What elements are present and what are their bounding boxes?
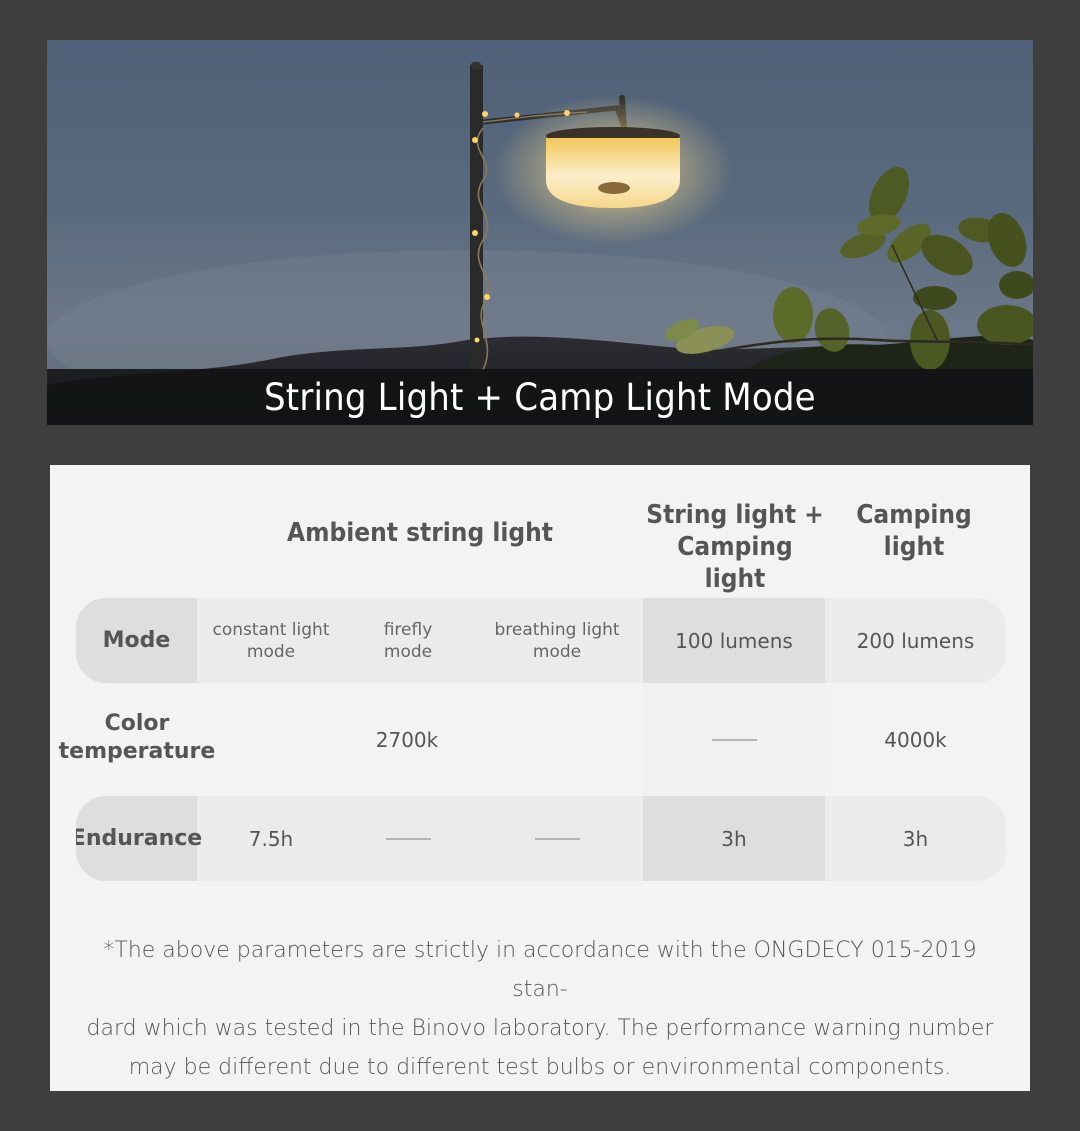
col-header-camping-line2: light [883, 532, 945, 562]
cell-color-camping: 4000k [884, 727, 947, 752]
cell-mode-firefly-line2: mode [383, 641, 433, 662]
col-header-combo-line2: Camping light [677, 532, 793, 594]
cell-endurance-combo: 3h [721, 826, 747, 851]
pole [470, 65, 483, 395]
footnote-line1: *The above parameters are strictly in ac… [103, 938, 977, 1002]
dash-icon [385, 837, 431, 840]
cell-mode-camping: 200 lumens [856, 628, 975, 653]
footnote: *The above parameters are strictly in ac… [80, 931, 1000, 1087]
cell-mode-firefly-line1: firefly [383, 619, 433, 640]
cell-endurance-breathing [471, 796, 643, 881]
hero-caption-bar: String Light + Camp Light Mode [47, 369, 1033, 425]
dash-icon [711, 738, 757, 741]
cell-mode-breathing-line1: breathing light [494, 619, 620, 640]
cell-mode-combo: 100 lumens [675, 628, 793, 653]
dash-icon [534, 837, 580, 840]
footnote-line2: dard which was tested in the Binovo labo… [86, 1016, 994, 1041]
cell-mode-constant-line1: constant light [212, 619, 330, 640]
row-label-color-temperature: Color temperature [59, 695, 216, 780]
row-label-color-line2: temperature [58, 738, 216, 764]
col-header-combo: String light + Camping light [643, 499, 827, 595]
col-header-camping: Camping light [842, 499, 986, 563]
cell-mode-constant: constant light mode [197, 598, 345, 683]
col-header-camping-line1: Camping [856, 500, 972, 530]
col-header-ambient: Ambient string light [258, 517, 582, 549]
cell-mode-firefly: firefly mode [345, 598, 471, 683]
lamp-body [546, 138, 680, 208]
row-mode: Mode constant light mode firefly mode br… [76, 598, 1006, 683]
footnote-line3: may be different due to different test b… [128, 1055, 952, 1080]
cell-color-ambient: 2700k [375, 727, 439, 752]
spec-panel: Ambient string light String light + Camp… [50, 465, 1030, 1091]
col-header-ambient-text: Ambient string light [286, 518, 553, 548]
cell-color-combo [643, 697, 825, 782]
pole-cap [471, 62, 481, 70]
row-label-endurance: Endurance [76, 825, 203, 851]
row-label-color-line1: Color [104, 710, 170, 736]
cell-endurance-firefly [345, 796, 471, 881]
hero-caption: String Light + Camp Light Mode [264, 375, 816, 419]
col-header-combo-line1: String light + [646, 500, 824, 530]
cell-endurance-camping: 3h [902, 826, 929, 851]
row-endurance: Endurance 7.5h 3h 3h [76, 796, 1006, 881]
row-label-mode: Mode [102, 627, 171, 653]
hero-image: String Light + Camp Light Mode [47, 40, 1033, 425]
cell-mode-constant-line2: mode [246, 641, 296, 662]
cell-endurance-constant: 7.5h [248, 826, 294, 851]
camp-light-photo [47, 62, 1033, 425]
cell-mode-breathing-line2: mode [532, 641, 582, 662]
lamp-button [598, 182, 630, 194]
cell-mode-breathing: breathing light mode [471, 598, 643, 683]
